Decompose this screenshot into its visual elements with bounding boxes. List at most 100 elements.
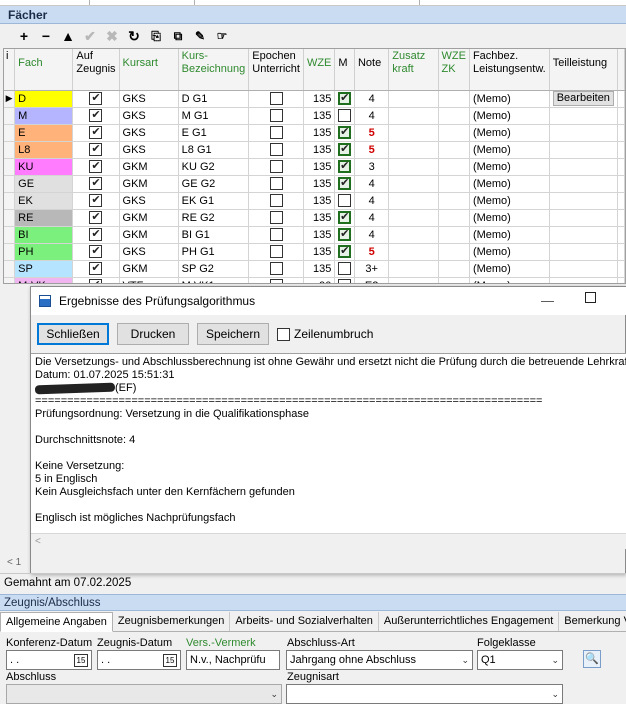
kursart-cell[interactable]: GKS xyxy=(119,90,179,108)
epochen-checkbox[interactable] xyxy=(269,160,283,173)
tab-2[interactable]: Arbeits- und Sozialverhalten xyxy=(230,612,379,631)
fachbez-cell[interactable]: (Memo) xyxy=(469,260,550,278)
auf-zeugnis-cell[interactable] xyxy=(72,141,120,159)
calendar-icon[interactable]: 15 xyxy=(163,653,177,667)
auf-zeugnis-checkbox[interactable] xyxy=(89,177,103,190)
kurs-cell[interactable]: SP G2 xyxy=(178,260,250,278)
col-kurs-bezeichnung[interactable]: Kurs-Bezeichnung xyxy=(178,49,250,91)
tab-3[interactable]: Außerunterrichtliches Engagement xyxy=(378,612,560,631)
wze-cell[interactable]: 90 xyxy=(303,277,336,283)
fachbez-cell[interactable]: (Memo) xyxy=(469,277,550,283)
table-row[interactable]: M-VK VTFM VK1 90 E2 (Memo) xyxy=(4,277,625,283)
epochen-checkbox[interactable] xyxy=(269,126,283,139)
epochen-checkbox[interactable] xyxy=(269,143,283,156)
mahnung-checkbox[interactable] xyxy=(338,228,352,241)
auf-zeugnis-cell[interactable] xyxy=(72,277,120,283)
note-cell[interactable]: 4 xyxy=(354,209,390,227)
fach-cell[interactable]: BI xyxy=(14,226,74,244)
mahnung-checkbox[interactable] xyxy=(338,177,352,190)
mahnung-checkbox[interactable] xyxy=(338,211,352,224)
epochen-checkbox[interactable] xyxy=(269,194,283,207)
wze-zk-cell[interactable] xyxy=(438,107,470,125)
m-cell[interactable] xyxy=(334,90,355,108)
note-cell[interactable]: E2 xyxy=(354,277,390,283)
col-indicator[interactable]: i xyxy=(4,49,16,91)
epochen-cell[interactable] xyxy=(248,107,304,125)
epochen-cell[interactable] xyxy=(248,226,304,244)
epochen-checkbox[interactable] xyxy=(269,279,283,283)
note-cell[interactable]: 4 xyxy=(354,107,390,125)
m-cell[interactable] xyxy=(334,141,355,159)
epochen-cell[interactable] xyxy=(248,243,304,261)
table-row[interactable]: PH GKSPH G1 135 5 (Memo) xyxy=(4,243,625,261)
col-teilleistung[interactable]: Teilleistung xyxy=(549,49,618,91)
note-cell[interactable]: 3+ xyxy=(354,260,390,278)
fachbez-cell[interactable]: (Memo) xyxy=(469,209,550,227)
note-cell[interactable]: 3 xyxy=(354,158,390,176)
m-cell[interactable] xyxy=(334,124,355,142)
dialog-titlebar[interactable]: Ergebnisse des Prüfungsalgorithmus — xyxy=(31,287,626,315)
auf-zeugnis-checkbox[interactable] xyxy=(89,109,103,122)
kurs-cell[interactable]: D G1 xyxy=(178,90,250,108)
table-row[interactable]: SP GKMSP G2 135 3+ (Memo) xyxy=(4,260,625,278)
chevron-down-icon[interactable]: ⌄ xyxy=(551,689,559,700)
m-cell[interactable] xyxy=(334,175,355,193)
kurs-cell[interactable]: GE G2 xyxy=(178,175,250,193)
col-zusatzkraft[interactable]: Zusatz kraft xyxy=(388,49,439,91)
col-epochen[interactable]: Epochen Unterricht xyxy=(248,49,304,91)
epochen-checkbox[interactable] xyxy=(269,211,283,224)
teilleistung-cell[interactable] xyxy=(549,124,618,142)
kurs-cell[interactable]: RE G2 xyxy=(178,209,250,227)
wze-zk-cell[interactable] xyxy=(438,192,470,210)
wze-zk-cell[interactable] xyxy=(438,226,470,244)
table-row[interactable]: M GKSM G1 135 4 (Memo) xyxy=(4,107,625,125)
wze-zk-cell[interactable] xyxy=(438,260,470,278)
teilleistung-cell[interactable] xyxy=(549,141,618,159)
fach-cell[interactable]: M xyxy=(14,107,74,125)
import-icon[interactable]: ⎘ xyxy=(146,26,166,46)
m-cell[interactable] xyxy=(334,107,355,125)
refresh-icon[interactable]: ↻ xyxy=(124,26,144,46)
col-kursart[interactable]: Kursart xyxy=(119,49,179,91)
auf-zeugnis-cell[interactable] xyxy=(72,260,120,278)
kurs-cell[interactable]: KU G2 xyxy=(178,158,250,176)
mahnung-checkbox[interactable] xyxy=(338,143,352,156)
search-icon[interactable]: 🔍 xyxy=(583,650,601,668)
m-cell[interactable] xyxy=(334,260,355,278)
auf-zeugnis-cell[interactable] xyxy=(72,226,120,244)
wrap-option[interactable]: Zeilenumbruch xyxy=(277,327,373,341)
fach-cell[interactable]: D xyxy=(14,90,74,108)
grid-scroll-left-icon[interactable]: < xyxy=(7,557,13,568)
kursart-cell[interactable]: GKM xyxy=(119,226,179,244)
mahnung-checkbox[interactable] xyxy=(338,279,352,283)
auf-zeugnis-checkbox[interactable] xyxy=(89,228,103,241)
kurs-cell[interactable]: M G1 xyxy=(178,107,250,125)
zeugnisdatum-field[interactable]: . . 15 xyxy=(97,650,181,670)
tab-4[interactable]: Bemerkung Vers xyxy=(559,612,626,631)
epochen-cell[interactable] xyxy=(248,209,304,227)
check-algorithm-icon[interactable]: ☞ xyxy=(212,26,232,46)
teilleistung-cell[interactable] xyxy=(549,260,618,278)
fach-cell[interactable]: RE xyxy=(14,209,74,227)
fachbez-cell[interactable]: (Memo) xyxy=(469,124,550,142)
wze-cell[interactable]: 135 xyxy=(303,192,336,210)
zeugnisart-select[interactable]: ⌄ xyxy=(286,684,563,704)
table-row[interactable]: GE GKMGE G2 135 4 (Memo) xyxy=(4,175,625,193)
kursart-cell[interactable]: GKM xyxy=(119,158,179,176)
wze-cell[interactable]: 135 xyxy=(303,90,336,108)
zusatzkraft-cell[interactable] xyxy=(388,175,439,193)
teilleistung-cell[interactable] xyxy=(549,277,618,283)
chevron-down-icon[interactable]: ⌄ xyxy=(551,655,559,666)
kurs-cell[interactable]: BI G1 xyxy=(178,226,250,244)
kurs-cell[interactable]: EK G1 xyxy=(178,192,250,210)
cancel-icon[interactable]: ✖ xyxy=(102,26,122,46)
teilleistung-cell[interactable]: Bearbeiten xyxy=(549,90,618,108)
table-row[interactable]: RE GKMRE G2 135 4 (Memo) xyxy=(4,209,625,227)
col-auf-zeugnis[interactable]: Auf Zeugnis xyxy=(72,49,120,91)
col-note[interactable]: Note xyxy=(354,49,390,91)
auf-zeugnis-cell[interactable] xyxy=(72,209,120,227)
teilleistung-cell[interactable] xyxy=(549,209,618,227)
m-cell[interactable] xyxy=(334,243,355,261)
wze-zk-cell[interactable] xyxy=(438,243,470,261)
grid-horizontal-scrollbar[interactable]: < 1 xyxy=(3,555,30,571)
